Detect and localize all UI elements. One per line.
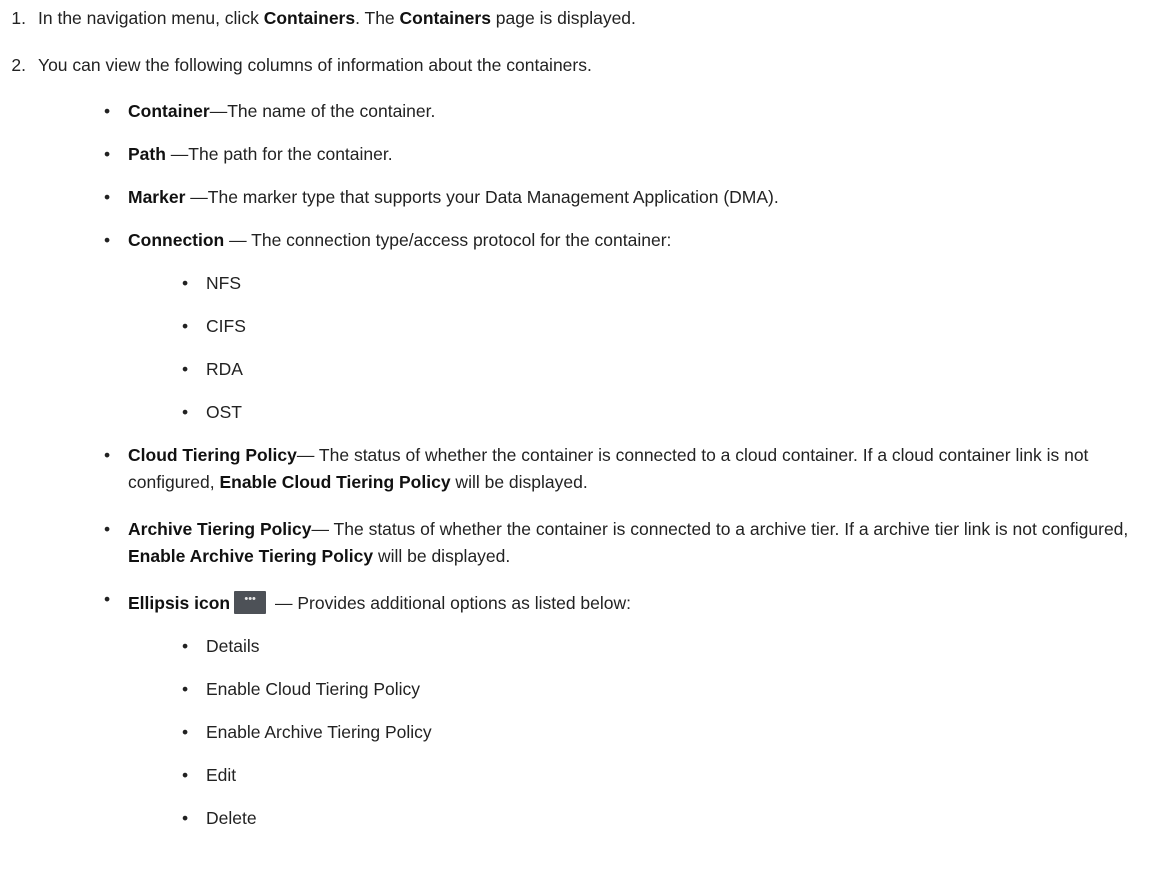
term-description: —The name of the container. [209,101,436,121]
term-label: Archive Tiering Policy [128,519,312,539]
step-text: You can view the following columns of in… [38,55,592,75]
bullet-icon: • [104,519,111,539]
bullet-icon: • [182,679,189,699]
ui-term-enable-archive-tiering-policy: Enable Archive Tiering Policy [128,546,374,566]
bullet-icon: • [182,273,189,293]
list-item-archive-tiering-policy: • Archive Tiering Policy— The status of … [104,516,1153,570]
ui-term-containers-page: Containers [399,8,491,28]
bullet-icon: • [104,589,111,609]
bullet-icon: • [104,101,111,121]
bullet-icon: • [104,445,111,465]
connection-type-label: CIFS [206,316,246,336]
step-text-part: In the navigation menu, click [38,8,264,28]
step-number: 2. [11,55,26,75]
bullet-icon: • [182,808,189,828]
bullet-icon: • [182,359,189,379]
term-description: — The connection type/access protocol fo… [224,230,672,250]
term-label: Container [128,101,210,121]
ellipsis-icon-glyph: ••• [244,593,256,605]
connection-type-label: OST [206,402,242,422]
option-label: Enable Cloud Tiering Policy [206,679,421,699]
step-text-part: page is displayed. [490,8,636,28]
connection-type-label: RDA [206,359,243,379]
term-label: Cloud Tiering Policy [128,445,297,465]
term-description: —The path for the container. [165,144,393,164]
connection-type-label: NFS [206,273,241,293]
ellipsis-icon: ••• [234,591,267,614]
option-label: Enable Archive Tiering Policy [206,722,432,742]
bullet-icon: • [182,316,189,336]
term-description: — Provides additional options as listed … [270,593,632,613]
term-description-end: will be displayed. [450,472,588,492]
bullet-icon: • [104,144,111,164]
term-description: — The status of whether the container is… [311,519,1129,539]
term-label: Connection [128,230,225,250]
term-label: Marker [128,187,186,207]
term-label: Ellipsis icon [128,593,231,613]
bullet-icon: • [182,636,189,656]
ui-term-enable-cloud-tiering-policy: Enable Cloud Tiering Policy [219,472,451,492]
bullet-icon: • [104,187,111,207]
ui-term-containers: Containers [263,8,356,28]
option-label: Delete [206,808,257,828]
term-description: —The marker type that supports your Data… [185,187,779,207]
step-text: In the navigation menu, click Containers… [38,8,636,29]
option-label: Edit [206,765,237,785]
bullet-icon: • [182,722,189,742]
list-item-cloud-tiering-policy: • Cloud Tiering Policy— The status of wh… [104,442,1153,496]
step-number: 1. [11,8,26,28]
term-label: Path [128,144,166,164]
bullet-icon: • [182,765,189,785]
bullet-icon: • [182,402,189,422]
step-text-part: . The [355,8,400,28]
option-label: Details [206,636,260,656]
bullet-icon: • [104,230,111,250]
term-description-end: will be displayed. [373,546,511,566]
